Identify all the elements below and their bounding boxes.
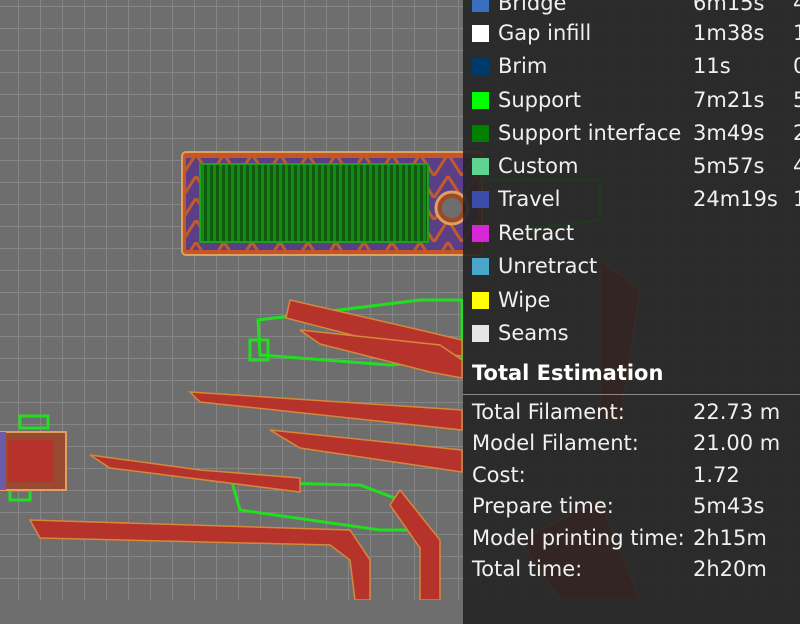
color-swatch bbox=[472, 158, 489, 175]
legend-item-support-interface[interactable]: Support interface 3m49s 2 bbox=[463, 118, 800, 148]
legend-item-percent: 2 bbox=[793, 121, 800, 145]
estimation-label: Model Filament: bbox=[472, 431, 639, 455]
legend-item-name: Retract bbox=[498, 221, 575, 245]
estimation-label: Cost: bbox=[472, 463, 526, 487]
estimation-value: 1.72 bbox=[693, 463, 740, 487]
legend-item-retract[interactable]: Retract bbox=[463, 218, 800, 248]
legend-item-gap-infill[interactable]: Gap infill 1m38s 1 bbox=[463, 18, 800, 48]
color-swatch bbox=[472, 325, 489, 342]
legend-item-travel[interactable]: Travel 24m19s 1 bbox=[463, 184, 800, 214]
part-small-square bbox=[0, 431, 67, 491]
color-swatch bbox=[472, 191, 489, 208]
legend-item-support[interactable]: Support 7m21s 5 bbox=[463, 85, 800, 115]
estimation-value: 2h15m bbox=[693, 526, 767, 550]
color-swatch bbox=[472, 92, 489, 109]
legend-item-name: Bridge bbox=[498, 0, 567, 15]
legend-item-bridge[interactable]: Bridge 6m15s 4 bbox=[463, 0, 800, 18]
color-swatch bbox=[472, 58, 489, 75]
legend-item-time: 24m19s bbox=[693, 187, 778, 211]
total-estimation-title: Total Estimation bbox=[472, 361, 664, 385]
legend-item-time: 1m38s bbox=[693, 21, 765, 45]
legend-item-name: Wipe bbox=[498, 288, 551, 312]
legend-item-unretract[interactable]: Unretract bbox=[463, 251, 800, 281]
legend-item-percent: 4 bbox=[793, 0, 800, 15]
color-swatch bbox=[472, 292, 489, 309]
legend-item-name: Unretract bbox=[498, 254, 598, 278]
legend-item-name: Seams bbox=[498, 321, 569, 345]
color-swatch bbox=[472, 125, 489, 142]
legend-item-percent: 5 bbox=[793, 88, 800, 112]
estimation-value: 5m43s bbox=[693, 494, 765, 518]
legend-item-name: Travel bbox=[498, 187, 561, 211]
estimation-row-total-time: Total time: 2h20m bbox=[472, 554, 800, 584]
estimation-label: Model printing time: bbox=[472, 526, 685, 550]
legend-item-time: 3m49s bbox=[693, 121, 765, 145]
legend-item-percent: 1 bbox=[793, 187, 800, 211]
divider bbox=[463, 394, 800, 395]
color-swatch bbox=[472, 25, 489, 42]
legend-item-name: Support interface bbox=[498, 121, 682, 145]
legend-item-time: 6m15s bbox=[693, 0, 765, 15]
estimation-value: 2h20m bbox=[693, 557, 767, 581]
legend-item-time: 7m21s bbox=[693, 88, 765, 112]
legend-item-percent: 0 bbox=[793, 54, 800, 78]
estimation-value: 21.00 m bbox=[693, 431, 781, 455]
estimation-label: Prepare time: bbox=[472, 494, 614, 518]
color-swatch bbox=[472, 0, 489, 12]
legend-item-time: 5m57s bbox=[693, 154, 765, 178]
estimation-label: Total Filament: bbox=[472, 400, 625, 424]
legend-item-name: Gap infill bbox=[498, 21, 592, 45]
legend-item-name: Support bbox=[498, 88, 582, 112]
part-top-plate bbox=[181, 151, 483, 256]
legend-item-wipe[interactable]: Wipe bbox=[463, 285, 800, 315]
estimation-row-total-filament: Total Filament: 22.73 m bbox=[472, 397, 800, 427]
estimation-row-prepare-time: Prepare time: 5m43s bbox=[472, 491, 800, 521]
color-swatch bbox=[472, 225, 489, 242]
estimation-row-model-printing-time: Model printing time: 2h15m bbox=[472, 523, 800, 553]
legend-item-percent: 4 bbox=[793, 154, 800, 178]
legend-panel: Bridge 6m15s 4 Gap infill 1m38s 1 Brim 1… bbox=[463, 0, 800, 624]
estimation-value: 22.73 m bbox=[693, 400, 781, 424]
color-swatch bbox=[472, 258, 489, 275]
legend-item-name: Custom bbox=[498, 154, 579, 178]
legend-item-time: 11s bbox=[693, 54, 731, 78]
legend-item-seams[interactable]: Seams bbox=[463, 318, 800, 348]
legend-item-brim[interactable]: Brim 11s 0 bbox=[463, 51, 800, 81]
estimation-label: Total time: bbox=[472, 557, 583, 581]
legend-item-percent: 1 bbox=[793, 21, 800, 45]
legend-item-name: Brim bbox=[498, 54, 548, 78]
estimation-row-cost: Cost: 1.72 bbox=[472, 460, 800, 490]
estimation-row-model-filament: Model Filament: 21.00 m bbox=[472, 428, 800, 458]
legend-item-custom[interactable]: Custom 5m57s 4 bbox=[463, 151, 800, 181]
